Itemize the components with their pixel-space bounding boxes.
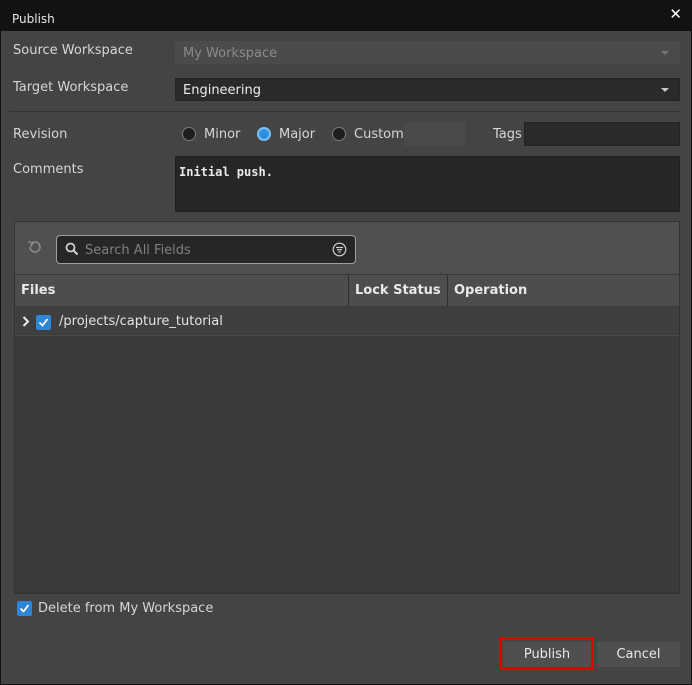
chevron-right-icon[interactable] [22,316,30,331]
column-operation[interactable]: Operation [448,275,679,306]
target-workspace-value: Engineering [183,83,261,98]
divider [9,111,680,112]
column-files[interactable]: Files [15,275,349,306]
filter-icon[interactable] [332,242,347,261]
column-lock-status[interactable]: Lock Status [349,275,448,306]
tags-label: Tags [493,127,522,142]
target-workspace-label: Target Workspace [13,80,129,95]
target-workspace-dropdown[interactable]: Engineering [175,78,680,101]
file-path: /projects/capture_tutorial [59,314,223,329]
table-row[interactable]: /projects/capture_tutorial [15,307,679,336]
radio-major[interactable] [257,127,271,141]
title-bar: Publish ✕ [1,1,691,31]
refresh-icon[interactable] [26,238,44,260]
radio-custom-label: Custom [354,127,404,142]
search-icon [65,242,79,260]
radio-minor-label: Minor [204,127,241,142]
publish-dialog: Publish ✕ Source Workspace My Workspace … [0,0,692,685]
source-workspace-label: Source Workspace [13,43,133,58]
custom-revision-input[interactable] [404,122,465,146]
files-table-header: Files Lock Status Operation [15,275,679,306]
close-icon[interactable]: ✕ [669,5,682,23]
files-toolbar: Search All Fields [15,222,679,274]
search-placeholder: Search All Fields [85,243,191,258]
row-checkbox[interactable] [36,315,51,330]
search-input[interactable]: Search All Fields [56,235,356,264]
radio-minor[interactable] [182,127,196,141]
chevron-down-icon [661,51,669,55]
revision-label: Revision [13,127,68,142]
comments-label: Comments [13,162,84,177]
delete-from-workspace-label: Delete from My Workspace [38,601,214,616]
source-workspace-dropdown: My Workspace [175,41,680,64]
publish-highlight [499,637,594,670]
tags-input[interactable] [524,122,680,146]
dialog-title: Publish [12,12,55,26]
chevron-down-icon [661,88,669,92]
source-workspace-value: My Workspace [183,46,278,61]
cancel-button[interactable]: Cancel [597,642,680,667]
comments-textarea[interactable]: Initial push. [175,156,680,212]
radio-custom[interactable] [332,127,346,141]
files-panel: Search All Fields Files Lock Status Oper… [14,221,680,594]
delete-checkbox[interactable] [17,601,32,616]
radio-major-label: Major [279,127,316,142]
